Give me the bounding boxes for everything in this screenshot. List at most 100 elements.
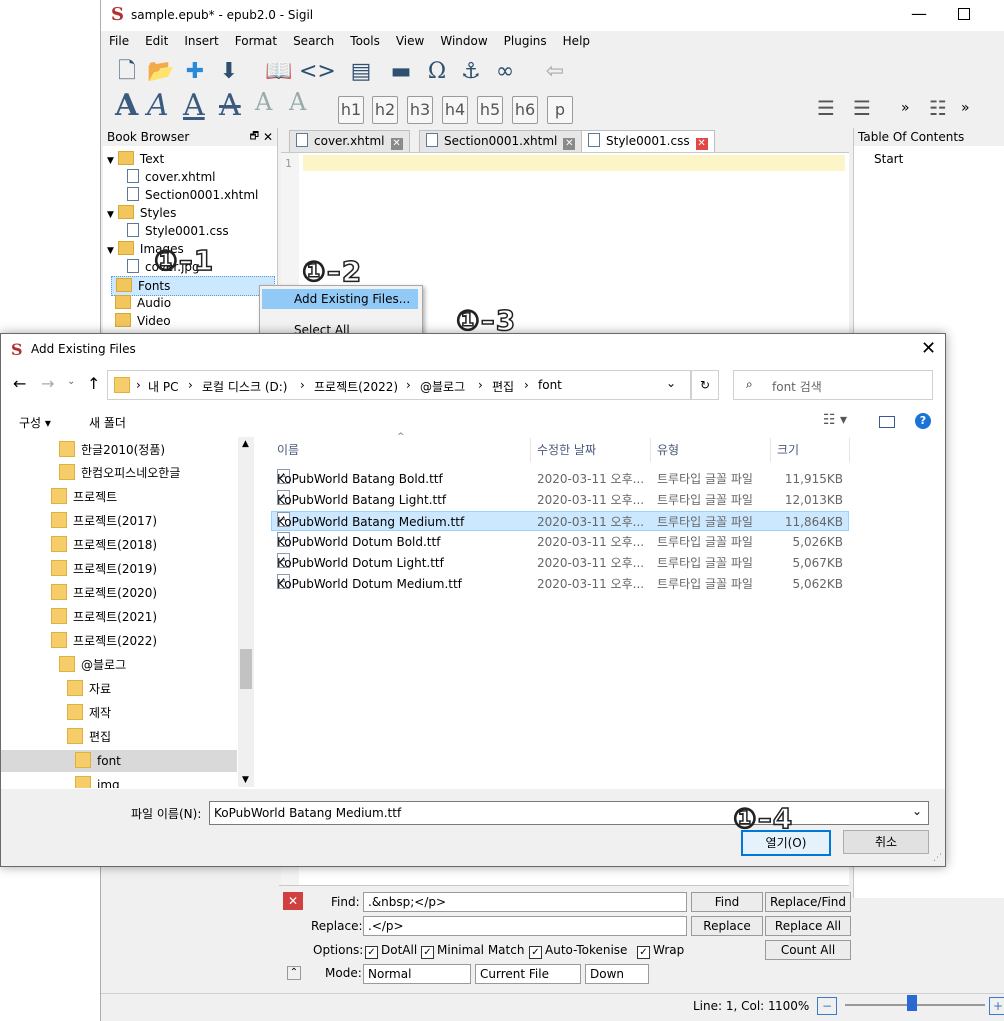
menu-file[interactable]: File bbox=[101, 31, 137, 48]
p-button[interactable]: p bbox=[547, 96, 573, 124]
maximize-icon[interactable] bbox=[958, 8, 970, 20]
preview-pane-icon[interactable] bbox=[879, 416, 895, 428]
chevron-down-icon[interactable]: ▼ bbox=[107, 156, 114, 166]
crumb-font[interactable]: font bbox=[538, 378, 562, 392]
column-date[interactable]: 수정한 날짜 bbox=[537, 441, 596, 458]
zoom-slider-handle[interactable] bbox=[907, 995, 917, 1011]
minimize-icon[interactable]: — bbox=[911, 4, 927, 23]
nav-folder[interactable]: 프로젝트(2022) bbox=[51, 630, 157, 652]
chevron-down-icon[interactable]: ⌄ bbox=[666, 376, 676, 390]
replace-button[interactable]: Replace bbox=[691, 916, 763, 936]
scroll-up-icon[interactable]: ▲ bbox=[242, 439, 249, 449]
tab-section[interactable]: Section0001.xhtml ✕ bbox=[419, 130, 583, 152]
nav-folder[interactable]: 프로젝트(2017) bbox=[51, 510, 157, 532]
scope-select[interactable]: Current File bbox=[475, 964, 581, 984]
bold-icon[interactable]: A bbox=[115, 88, 138, 123]
crumb-this-pc[interactable]: 내 PC bbox=[148, 378, 178, 395]
h6-button[interactable]: h6 bbox=[512, 96, 538, 124]
replace-input[interactable]: .</p> bbox=[363, 916, 687, 936]
h1-button[interactable]: h1 bbox=[338, 96, 364, 124]
image-icon[interactable]: ▬ bbox=[387, 58, 415, 86]
menu-insert[interactable]: Insert bbox=[176, 31, 226, 48]
file-row-selected[interactable]: A KoPubWorld Batang Medium.ttf 2020-03-11… bbox=[271, 511, 849, 531]
collapse-icon[interactable]: ⌃ bbox=[287, 966, 301, 980]
tree-folder-audio[interactable]: Audio bbox=[115, 294, 171, 312]
column-name[interactable]: 이름 bbox=[277, 441, 299, 458]
find-input[interactable]: .&nbsp;</p> bbox=[363, 892, 687, 912]
align-left-icon[interactable]: ☰ bbox=[817, 96, 835, 120]
crumb-project-2022[interactable]: 프로젝트(2022) bbox=[314, 378, 398, 395]
nav-folder[interactable]: 편집 bbox=[67, 726, 111, 748]
crumb-local-disk[interactable]: 로컬 디스크 (D:) bbox=[202, 378, 287, 395]
zoom-out-icon[interactable]: − bbox=[817, 997, 837, 1015]
menu-view[interactable]: View bbox=[388, 31, 432, 48]
recent-dropdown-icon[interactable]: ⌄ bbox=[67, 376, 75, 387]
nav-folder[interactable]: 제작 bbox=[67, 702, 111, 724]
superscript-icon[interactable]: A bbox=[289, 88, 306, 116]
add-icon[interactable]: ✚ bbox=[181, 58, 209, 86]
view-options-icon[interactable]: ☷ ▾ bbox=[823, 412, 847, 428]
nav-folder[interactable]: 프로젝트 bbox=[51, 486, 117, 508]
replace-find-button[interactable]: Replace/Find bbox=[765, 892, 851, 912]
replace-all-button[interactable]: Replace All bbox=[765, 916, 851, 936]
resize-grip-icon[interactable]: ⋰ bbox=[933, 853, 942, 863]
menu-help[interactable]: Help bbox=[555, 31, 598, 48]
file-row[interactable]: A KoPubWorld Batang Bold.ttf 2020-03-11 오… bbox=[271, 469, 849, 489]
close-tab-icon[interactable]: ✕ bbox=[563, 138, 576, 150]
chevron-down-icon[interactable]: ▼ bbox=[107, 246, 114, 256]
count-all-button[interactable]: Count All bbox=[765, 940, 851, 960]
tree-folder-styles[interactable]: ▼ Styles bbox=[107, 204, 176, 222]
zoom-in-icon[interactable]: + bbox=[989, 997, 1004, 1015]
overflow-icon-2[interactable]: » bbox=[961, 100, 970, 116]
save-icon[interactable]: ⬇ bbox=[215, 58, 243, 86]
refresh-icon[interactable]: ↻ bbox=[691, 370, 719, 400]
nav-folder[interactable]: img bbox=[75, 774, 120, 788]
back-arrow-icon[interactable]: ⇦ bbox=[541, 58, 569, 86]
nav-folder[interactable]: 프로젝트(2019) bbox=[51, 558, 157, 580]
float-icon[interactable]: 🗗 bbox=[250, 128, 259, 146]
menu-plugins[interactable]: Plugins bbox=[496, 31, 555, 48]
nav-folder[interactable]: @블로그 bbox=[59, 654, 126, 676]
nav-folder-selected[interactable]: font bbox=[1, 750, 237, 772]
link-icon[interactable]: ∞ bbox=[491, 58, 519, 86]
file-row[interactable]: A KoPubWorld Dotum Bold.ttf 2020-03-11 오후… bbox=[271, 532, 849, 552]
align-justify-icon[interactable]: ☰ bbox=[853, 96, 871, 120]
menu-window[interactable]: Window bbox=[432, 31, 495, 48]
tree-file-style[interactable]: Style0001.css bbox=[127, 222, 229, 240]
tab-cover[interactable]: cover.xhtml ✕ bbox=[289, 130, 410, 152]
direction-select[interactable]: Down bbox=[585, 964, 649, 984]
crumb-edit[interactable]: 편집 bbox=[492, 378, 514, 395]
option-dotall[interactable]: ✓ DotAll bbox=[365, 943, 417, 959]
list-icon[interactable]: ☷ bbox=[929, 96, 947, 120]
help-icon[interactable]: ? bbox=[915, 413, 931, 429]
nav-folder[interactable]: 프로젝트(2018) bbox=[51, 534, 157, 556]
column-type[interactable]: 유형 bbox=[657, 441, 679, 458]
tab-style[interactable]: Style0001.css ✕ bbox=[581, 130, 715, 152]
close-tab-icon[interactable]: ✕ bbox=[390, 138, 403, 150]
address-bar[interactable]: › 내 PC › 로컬 디스크 (D:) › 프로젝트(2022) › @블로그… bbox=[107, 370, 691, 400]
strikethrough-icon[interactable]: A bbox=[219, 88, 241, 123]
close-tab-icon[interactable]: ✕ bbox=[695, 138, 708, 150]
mode-select[interactable]: Normal bbox=[363, 964, 471, 984]
organize-menu[interactable]: 구성 ▾ bbox=[19, 414, 51, 431]
search-box[interactable]: ⌕ font 검색 bbox=[733, 370, 933, 400]
h4-button[interactable]: h4 bbox=[442, 96, 468, 124]
nav-folder[interactable]: 한컴오피스네오한글 bbox=[59, 462, 180, 484]
tree-folder-fonts[interactable]: Fonts bbox=[111, 276, 275, 296]
new-folder-button[interactable]: 새 폴더 bbox=[89, 414, 126, 431]
h3-button[interactable]: h3 bbox=[407, 96, 433, 124]
cancel-button[interactable]: 취소 bbox=[843, 830, 929, 854]
book-icon[interactable]: 📖 bbox=[265, 58, 293, 86]
open-folder-icon[interactable]: 📂 bbox=[147, 58, 175, 86]
tree-file-cover[interactable]: cover.xhtml bbox=[127, 168, 216, 186]
tree-folder-text[interactable]: ▼ Text bbox=[107, 150, 164, 168]
chevron-down-icon[interactable]: ▼ bbox=[107, 210, 114, 220]
column-size[interactable]: 크기 bbox=[777, 441, 799, 458]
nav-folder[interactable]: 프로젝트(2021) bbox=[51, 606, 157, 628]
italic-icon[interactable]: A bbox=[147, 88, 169, 123]
h2-button[interactable]: h2 bbox=[372, 96, 398, 124]
file-row[interactable]: A KoPubWorld Dotum Medium.ttf 2020-03-11 … bbox=[271, 574, 849, 594]
scroll-thumb[interactable] bbox=[240, 649, 252, 689]
crumb-blog[interactable]: @블로그 bbox=[420, 378, 465, 395]
underline-icon[interactable]: A bbox=[183, 88, 205, 123]
